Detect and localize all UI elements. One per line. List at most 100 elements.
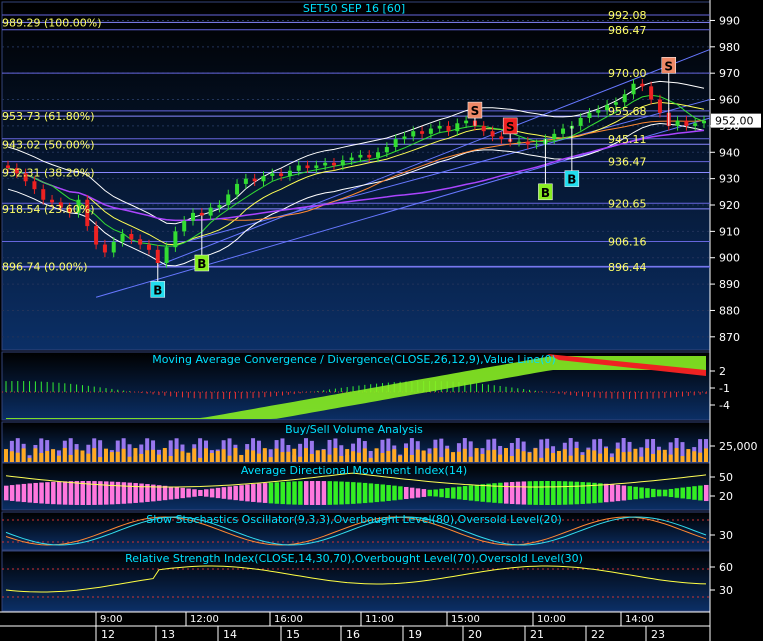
candle-body [631,83,636,95]
adx-band-segment [268,482,274,504]
volume-bar-buy [209,452,214,462]
candle-body [684,120,689,126]
price-axis-tick-label: 910 [719,225,740,238]
time-axis-label: 12:00 [190,614,219,625]
adx-band-segment [51,481,56,505]
volume-bar-buy [315,450,320,462]
adx-band-segment [33,482,38,504]
candle-body [657,99,662,113]
volume-bar-buy [62,448,67,462]
adx-band-segment [609,484,615,502]
volume-bar-buy [151,449,156,462]
adx-band-segment [27,483,33,503]
adx-band-segment [345,481,350,505]
volume-bar-buy [139,453,144,462]
volume-bar-buy [192,448,197,462]
volume-bar-buy [80,450,85,462]
adx-band-segment [639,487,644,499]
day-axis-label: 19 [408,628,422,641]
volume-bar-buy [680,456,685,462]
candle-body [490,131,495,137]
candle-body [587,112,592,118]
adx-band-segment [68,481,74,505]
adx-band-segment [515,481,521,505]
day-axis-label: 22 [591,628,605,641]
adx-band-segment [127,482,133,504]
adx-band-segment [627,486,633,500]
candle-body [243,178,248,184]
volume-bar-buy [604,448,608,462]
indicator-axis-tick-label: 20 [719,490,733,503]
volume-bar-buy [498,454,503,462]
volume-bar-buy [351,451,356,462]
volume-bar-buy [98,457,103,462]
candle-body [481,125,486,132]
candle-body [270,173,275,176]
day-axis-label: 15 [286,628,300,641]
volume-bar-buy [45,451,50,462]
volume-bar-buy [198,457,203,462]
adx-band-segment [368,483,374,503]
volume-bar-buy [451,452,456,462]
day-axis-label: 21 [530,628,544,641]
candle-body [437,125,442,129]
volume-bar-buy [592,450,597,462]
fib-label: 896.74 (0.00%) [2,260,88,273]
signal-label: B [567,173,576,187]
volume-bar-buy [51,449,56,462]
candle-body [376,152,381,158]
signal-label: B [197,257,206,271]
adx-band-segment [304,481,309,505]
adx-band-segment [39,482,44,504]
candle-body [420,131,425,134]
adx-band-segment [321,481,327,505]
adx-band-segment [462,486,468,500]
candle-body [525,141,530,145]
time-axis-label: 11:00 [365,614,394,625]
adx-band-segment [645,488,650,498]
adx-band-segment [315,481,321,505]
volume-bar-buy [580,454,585,462]
main-panel-background [1,1,711,351]
candle-body [111,241,116,253]
adx-band-segment [568,481,574,505]
adx-band-segment [633,486,638,500]
volume-bar-buy [156,454,161,462]
candle-body [32,181,37,190]
adx-band-segment [445,488,450,498]
adx-band-segment [521,481,527,505]
volume-bar-buy [398,455,403,462]
candle-body [596,110,601,113]
volume-bar-buy [298,456,303,462]
volume-bar-buy [239,454,244,462]
volume-bar-buy [539,457,544,462]
price-axis-tick-label: 990 [719,14,740,27]
candle-body [305,165,310,169]
indicator-axis-tick-label: 30 [719,529,733,542]
day-axis-label: 20 [468,628,482,641]
volume-bar-buy [474,448,479,462]
indicator-axis-tick-label: 2 [719,365,726,378]
adx-band-segment [545,481,550,505]
day-axis-label: 12 [101,628,115,641]
adx-band-segment [233,485,238,501]
adx-band-segment [698,485,703,501]
adx-band-segment [615,484,621,502]
candle-body [384,147,389,153]
volume-bar-buy [15,452,20,462]
volume-bar-buy [621,452,626,462]
volume-bar-buy [68,454,73,462]
candle-body [340,160,345,166]
adx-band-segment [186,488,191,498]
price-axis-tick-label: 880 [719,304,740,317]
indicator-axis-tick-label: 50 [719,471,733,484]
volume-bar-buy [4,449,8,462]
volume-bar-buy [292,448,297,462]
volume-bar-buy [74,449,79,462]
time-axis-label: 14:00 [625,614,654,625]
indicator-panel-title: Buy/Sell Volume Analysis [285,423,423,436]
volume-bar-buy [268,457,273,462]
adx-band-segment [380,484,385,502]
level-label: 955.68 [608,105,647,118]
candle-body [226,194,231,205]
